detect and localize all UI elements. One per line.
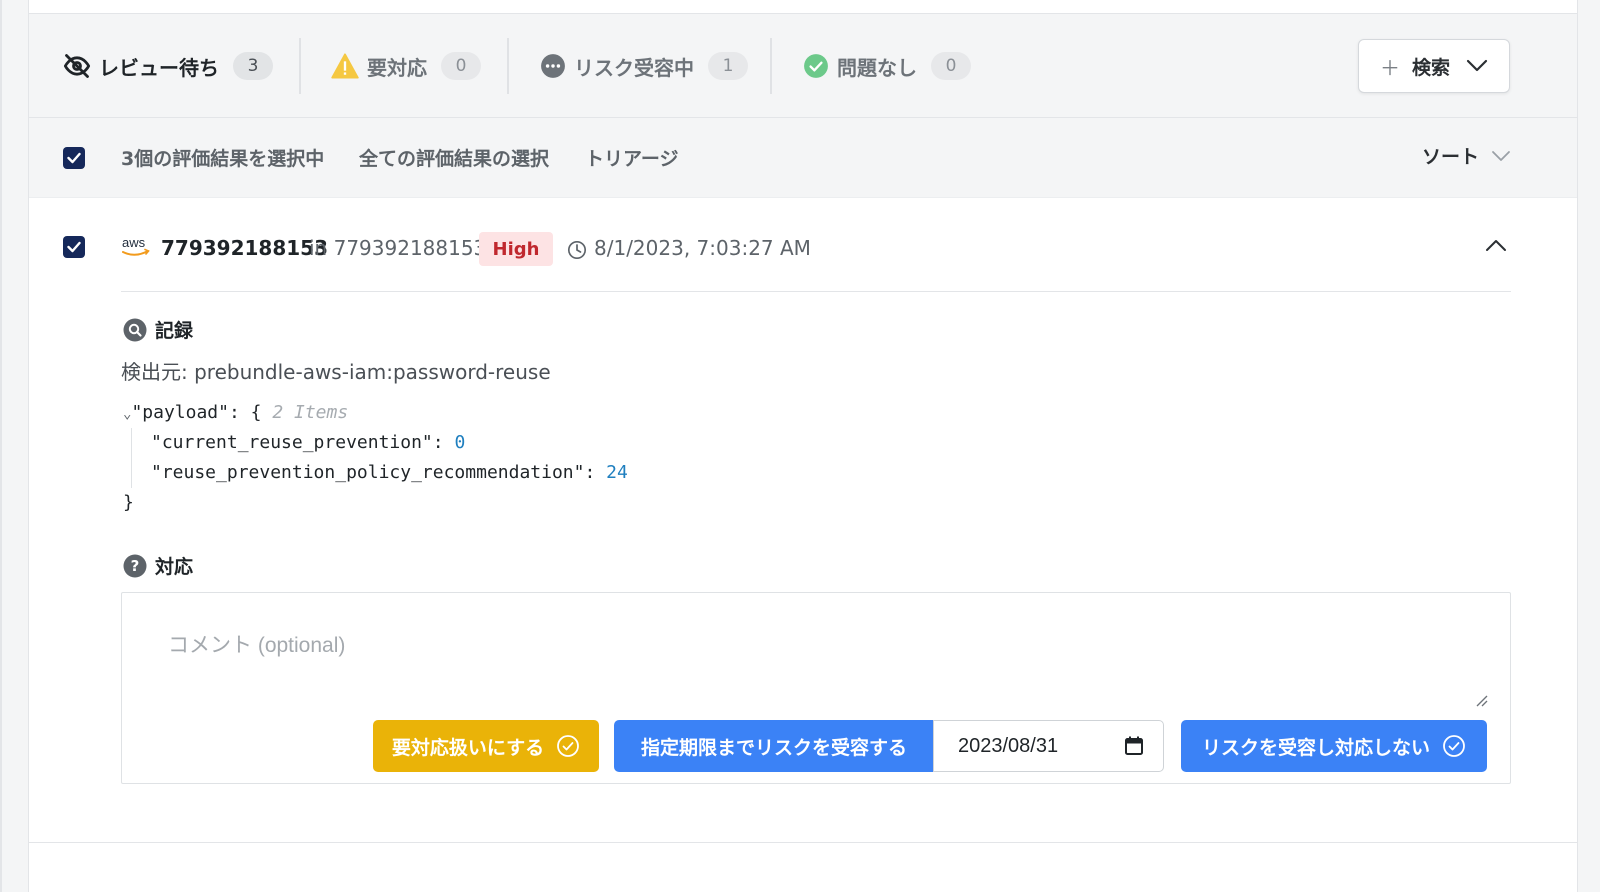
tab-count: 3 bbox=[233, 52, 273, 80]
severity-badge: High bbox=[479, 232, 553, 266]
aws-icon: aws bbox=[122, 235, 150, 256]
plus-icon: ＋ bbox=[1379, 55, 1400, 80]
tab-count: 0 bbox=[931, 52, 971, 80]
expiry-date-input[interactable]: 2023/08/31 bbox=[933, 720, 1164, 772]
findings-panel: レビュー待ち 3 要対応 0 リスク受容中 1 問題なし 0 ＋ 検索 3個の評… bbox=[28, 0, 1578, 892]
json-key: "current_reuse_prevention": bbox=[151, 432, 455, 453]
comment-input[interactable] bbox=[122, 593, 1510, 711]
finding-checkbox[interactable] bbox=[63, 236, 85, 258]
status-tabs: レビュー待ち 3 要対応 0 リスク受容中 1 問題なし 0 ＋ 検索 bbox=[29, 14, 1577, 118]
tab-divider bbox=[770, 38, 772, 94]
svg-text:aws: aws bbox=[122, 235, 146, 250]
warning-icon bbox=[331, 53, 359, 79]
more-icon bbox=[541, 54, 565, 78]
tab-label: リスク受容中 bbox=[574, 55, 694, 80]
json-row: "reuse_prevention_policy_recommendation"… bbox=[123, 458, 628, 488]
json-open: "payload": { bbox=[131, 402, 262, 423]
comment-box: 要対応扱いにする 指定期限までリスクを受容する 2023/08/31 リスクを受… bbox=[121, 592, 1511, 784]
tab-risk-accepted[interactable]: リスク受容中 1 bbox=[540, 14, 748, 118]
sort-label: ソート bbox=[1422, 146, 1480, 168]
tab-no-issues[interactable]: 問題なし 0 bbox=[803, 14, 971, 118]
tab-label: レビュー待ち bbox=[99, 55, 219, 80]
require-action-label: 要対応扱いにする bbox=[391, 737, 545, 759]
require-action-button[interactable]: 要対応扱いにする bbox=[373, 720, 599, 772]
json-root-row[interactable]: ⌄"payload": { 2 Items bbox=[123, 398, 628, 428]
finding-header[interactable]: aws 779392188153 in 779392188153 High 8/… bbox=[121, 220, 1511, 292]
json-value: 24 bbox=[606, 462, 628, 483]
tab-review-pending[interactable]: レビュー待ち 3 bbox=[63, 14, 273, 118]
check-circle-outline-icon bbox=[1443, 735, 1465, 757]
json-key: "reuse_prevention_policy_recommendation"… bbox=[151, 462, 607, 483]
record-title-label: 記録 bbox=[155, 320, 194, 342]
selected-count-text: 3個の評価結果を選択中 bbox=[121, 148, 325, 170]
response-section-title: ? 対応 bbox=[123, 552, 193, 579]
sort-dropdown[interactable]: ソート bbox=[1422, 142, 1511, 169]
tab-divider bbox=[299, 38, 301, 94]
svg-text:?: ? bbox=[131, 557, 140, 575]
search-button[interactable]: ＋ 検索 bbox=[1358, 39, 1510, 93]
accept-risk-until-label: 指定期限までリスクを受容する bbox=[640, 737, 907, 759]
finding-timestamp: 8/1/2023, 7:03:27 AM bbox=[594, 236, 811, 260]
check-circle-outline-icon bbox=[557, 735, 579, 757]
tab-count: 0 bbox=[441, 52, 481, 80]
left-edge bbox=[0, 0, 2, 892]
response-title-label: 対応 bbox=[155, 556, 194, 578]
selection-bar: 3個の評価結果を選択中 全ての評価結果の選択 トリアージ ソート bbox=[29, 118, 1577, 198]
search-circle-icon bbox=[123, 318, 147, 341]
payload-json-viewer: ⌄"payload": { 2 Items "current_reuse_pre… bbox=[123, 398, 628, 518]
json-value: 0 bbox=[454, 432, 466, 453]
tab-divider bbox=[507, 38, 509, 94]
search-button-label: 検索 bbox=[1411, 56, 1450, 79]
calendar-icon[interactable] bbox=[1124, 735, 1144, 757]
tab-label: 要対応 bbox=[367, 55, 427, 80]
select-all-checkbox[interactable] bbox=[63, 147, 85, 169]
chevron-down-icon bbox=[1492, 150, 1510, 161]
tab-action-required[interactable]: 要対応 0 bbox=[331, 14, 481, 118]
record-section-title: 記録 bbox=[123, 316, 193, 343]
account-id: 779392188153 bbox=[161, 236, 328, 260]
tab-count: 1 bbox=[708, 52, 748, 80]
triage-link[interactable]: トリアージ bbox=[585, 144, 678, 171]
accept-risk-no-action-button[interactable]: リスクを受容し対応しない bbox=[1181, 720, 1487, 772]
json-row: "current_reuse_prevention": 0 bbox=[123, 428, 628, 458]
chevron-down-icon bbox=[1466, 59, 1488, 72]
checkmark-icon bbox=[67, 152, 81, 164]
clock-icon bbox=[567, 240, 587, 260]
resize-handle-icon[interactable] bbox=[1474, 693, 1488, 707]
eye-off-icon bbox=[63, 54, 91, 78]
json-close-row: } bbox=[123, 488, 628, 518]
expiry-date-value: 2023/08/31 bbox=[958, 734, 1059, 757]
question-circle-icon: ? bbox=[123, 554, 147, 577]
chevron-up-icon[interactable] bbox=[1485, 238, 1507, 252]
select-all-link[interactable]: 全ての評価結果の選択 bbox=[359, 144, 549, 171]
checkmark-icon bbox=[67, 241, 81, 253]
account-context: in 779392188153 bbox=[309, 236, 487, 260]
tab-label: 問題なし bbox=[837, 55, 917, 80]
check-circle-icon bbox=[804, 54, 828, 78]
accept-risk-no-action-label: リスクを受容し対応しない bbox=[1201, 737, 1430, 759]
bottom-divider bbox=[29, 842, 1577, 843]
top-strip bbox=[29, 0, 1577, 14]
json-close: } bbox=[123, 492, 134, 513]
detection-source: 検出元: prebundle-aws-iam:password-reuse bbox=[121, 360, 551, 384]
accept-risk-until-button[interactable]: 指定期限までリスクを受容する bbox=[614, 720, 934, 772]
json-items-hint: 2 Items bbox=[272, 402, 349, 423]
